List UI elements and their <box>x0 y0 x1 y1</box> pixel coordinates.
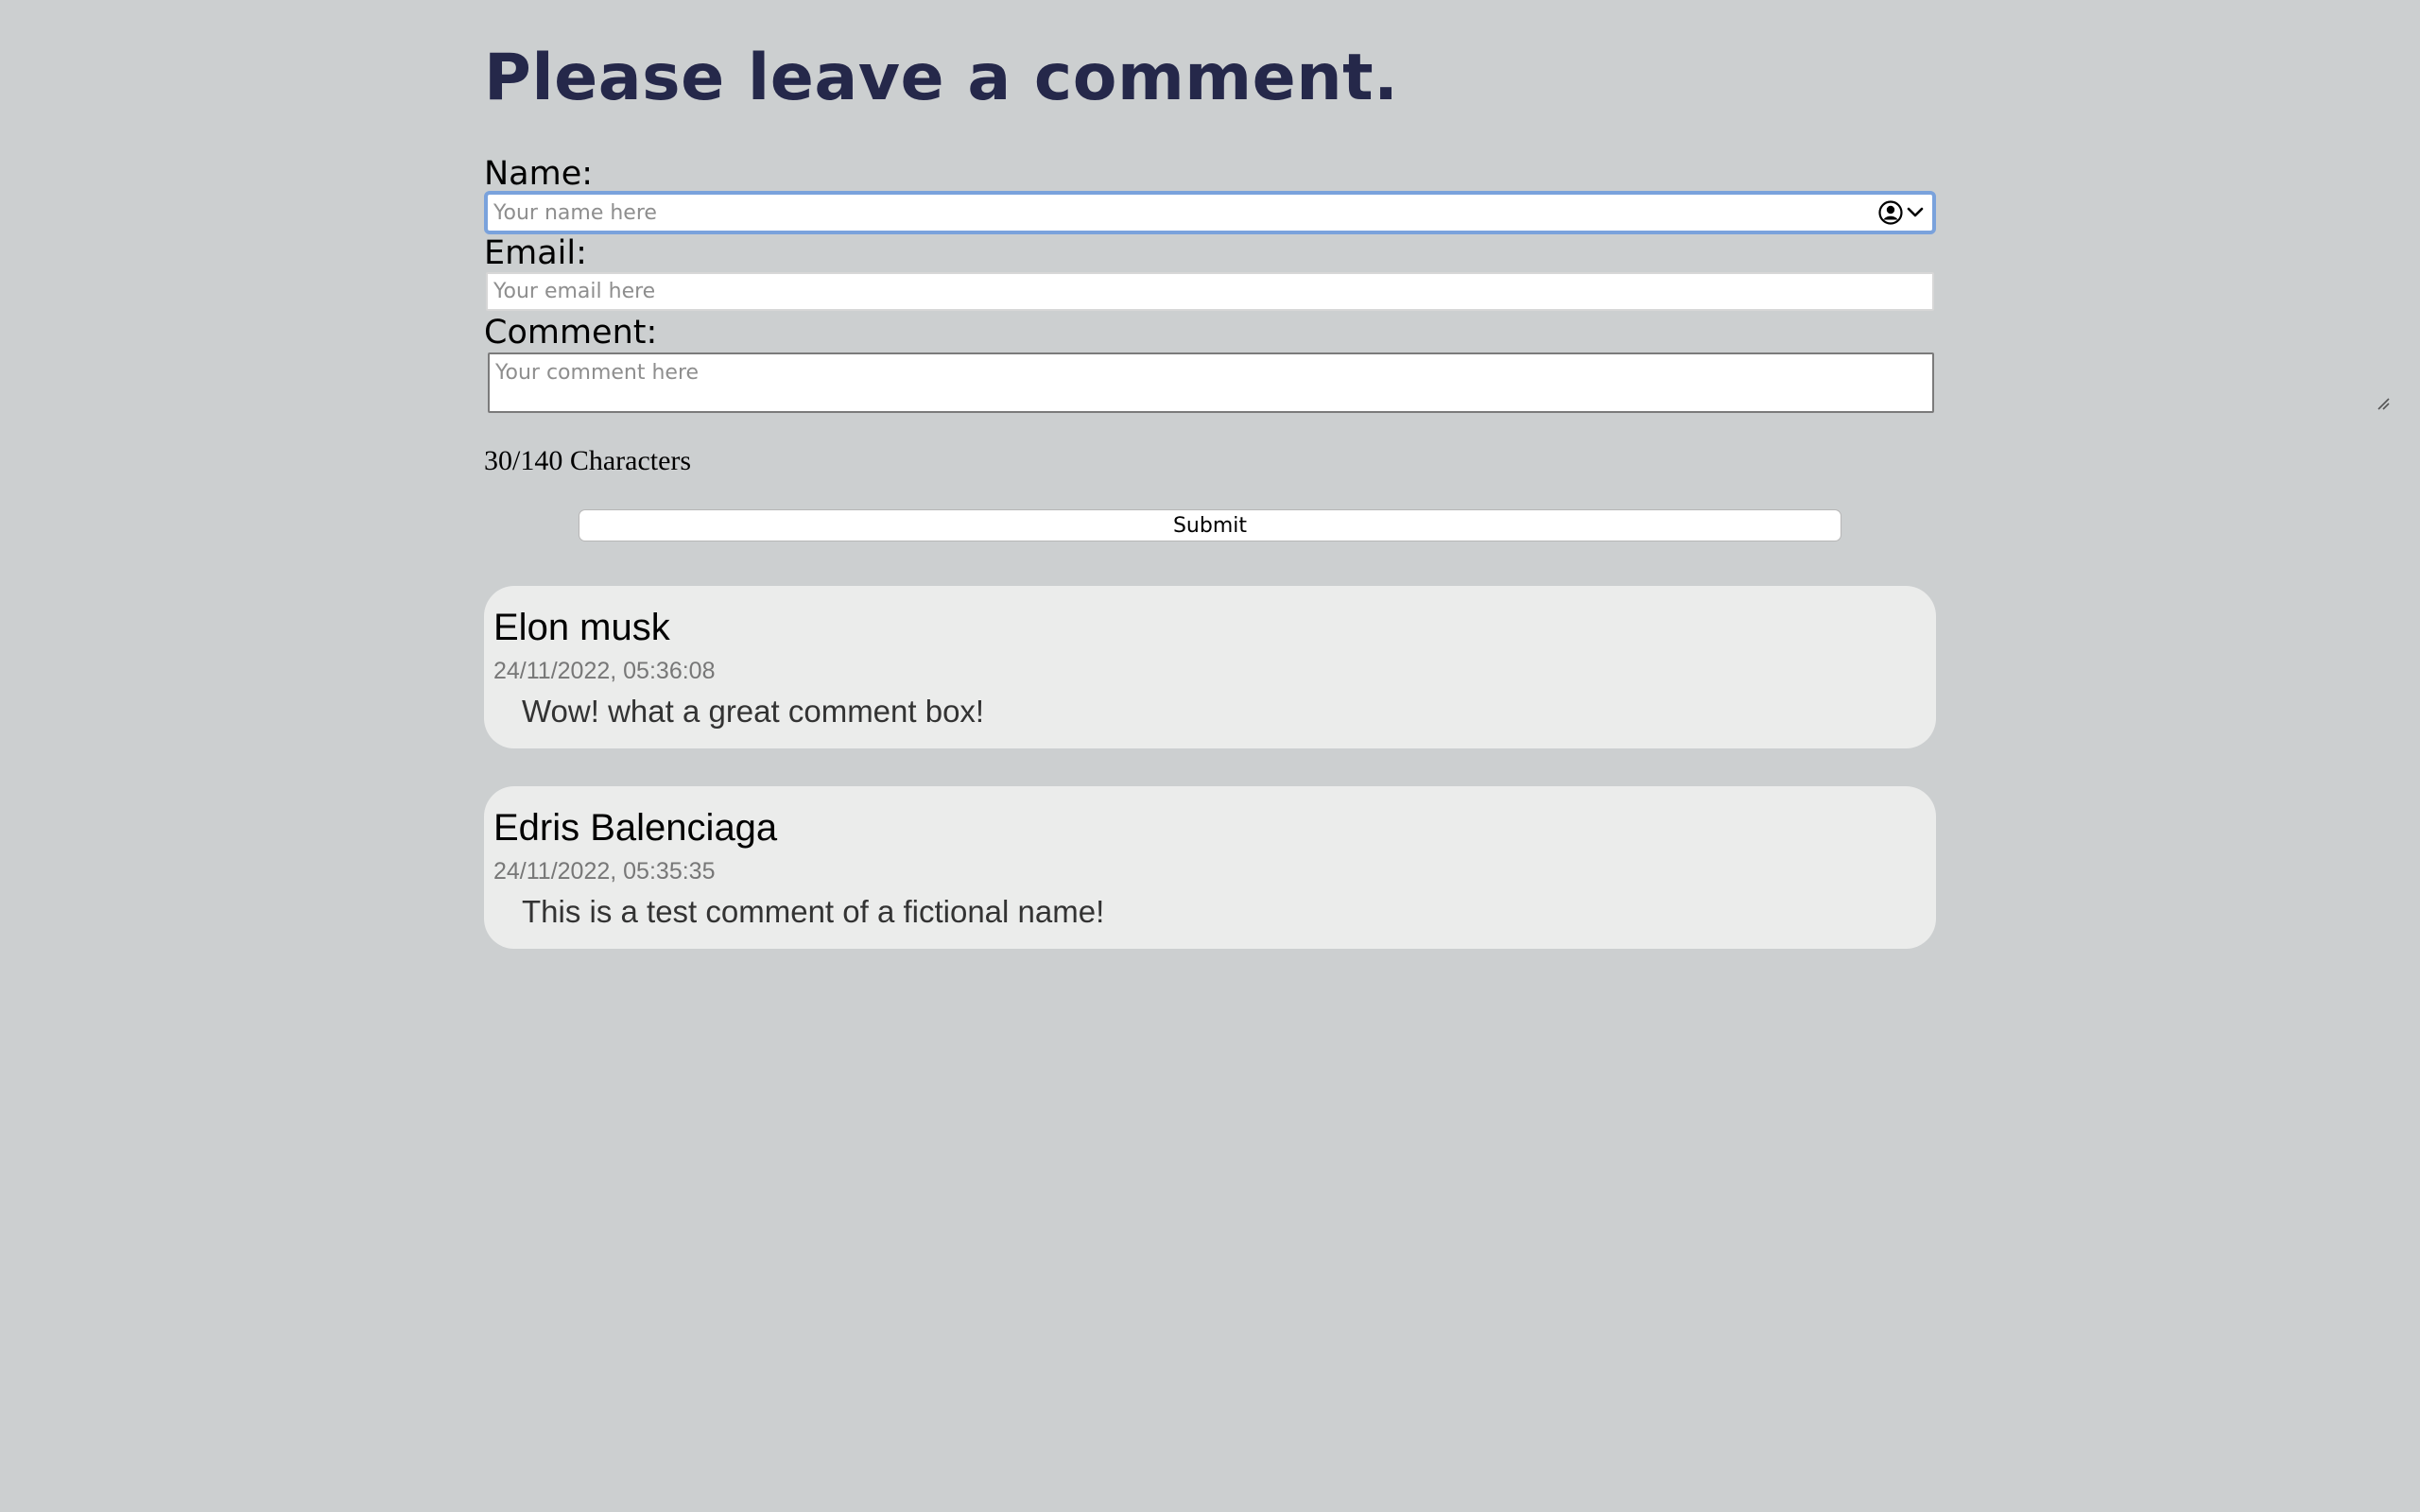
comment-textarea[interactable] <box>488 352 1934 413</box>
resize-handle-icon[interactable] <box>2377 397 2390 410</box>
comment-timestamp: 24/11/2022, 05:35:35 <box>493 858 716 885</box>
page-title: Please leave a comment. <box>484 41 1399 115</box>
comment-author: Edris Balenciaga <box>493 807 778 849</box>
name-label: Name: <box>484 155 594 193</box>
comment-card: Elon musk 24/11/2022, 05:36:08 Wow! what… <box>484 586 1936 748</box>
email-label: Email: <box>484 234 587 272</box>
comment-text: Wow! what a great comment box! <box>522 694 985 729</box>
comment-card: Edris Balenciaga 24/11/2022, 05:35:35 Th… <box>484 786 1936 949</box>
email-input[interactable] <box>486 272 1934 311</box>
comment-text: This is a test comment of a fictional na… <box>522 894 1105 929</box>
comment-timestamp: 24/11/2022, 05:36:08 <box>493 658 716 684</box>
comment-label: Comment: <box>484 314 658 352</box>
autofill-button[interactable] <box>1878 199 1924 226</box>
character-counter: 30/140 Characters <box>484 445 692 476</box>
comment-author: Elon musk <box>493 607 670 648</box>
submit-button[interactable]: Submit <box>579 509 1841 541</box>
chevron-down-icon <box>1907 207 1924 217</box>
name-input[interactable] <box>484 191 1936 234</box>
account-circle-icon <box>1878 200 1903 225</box>
